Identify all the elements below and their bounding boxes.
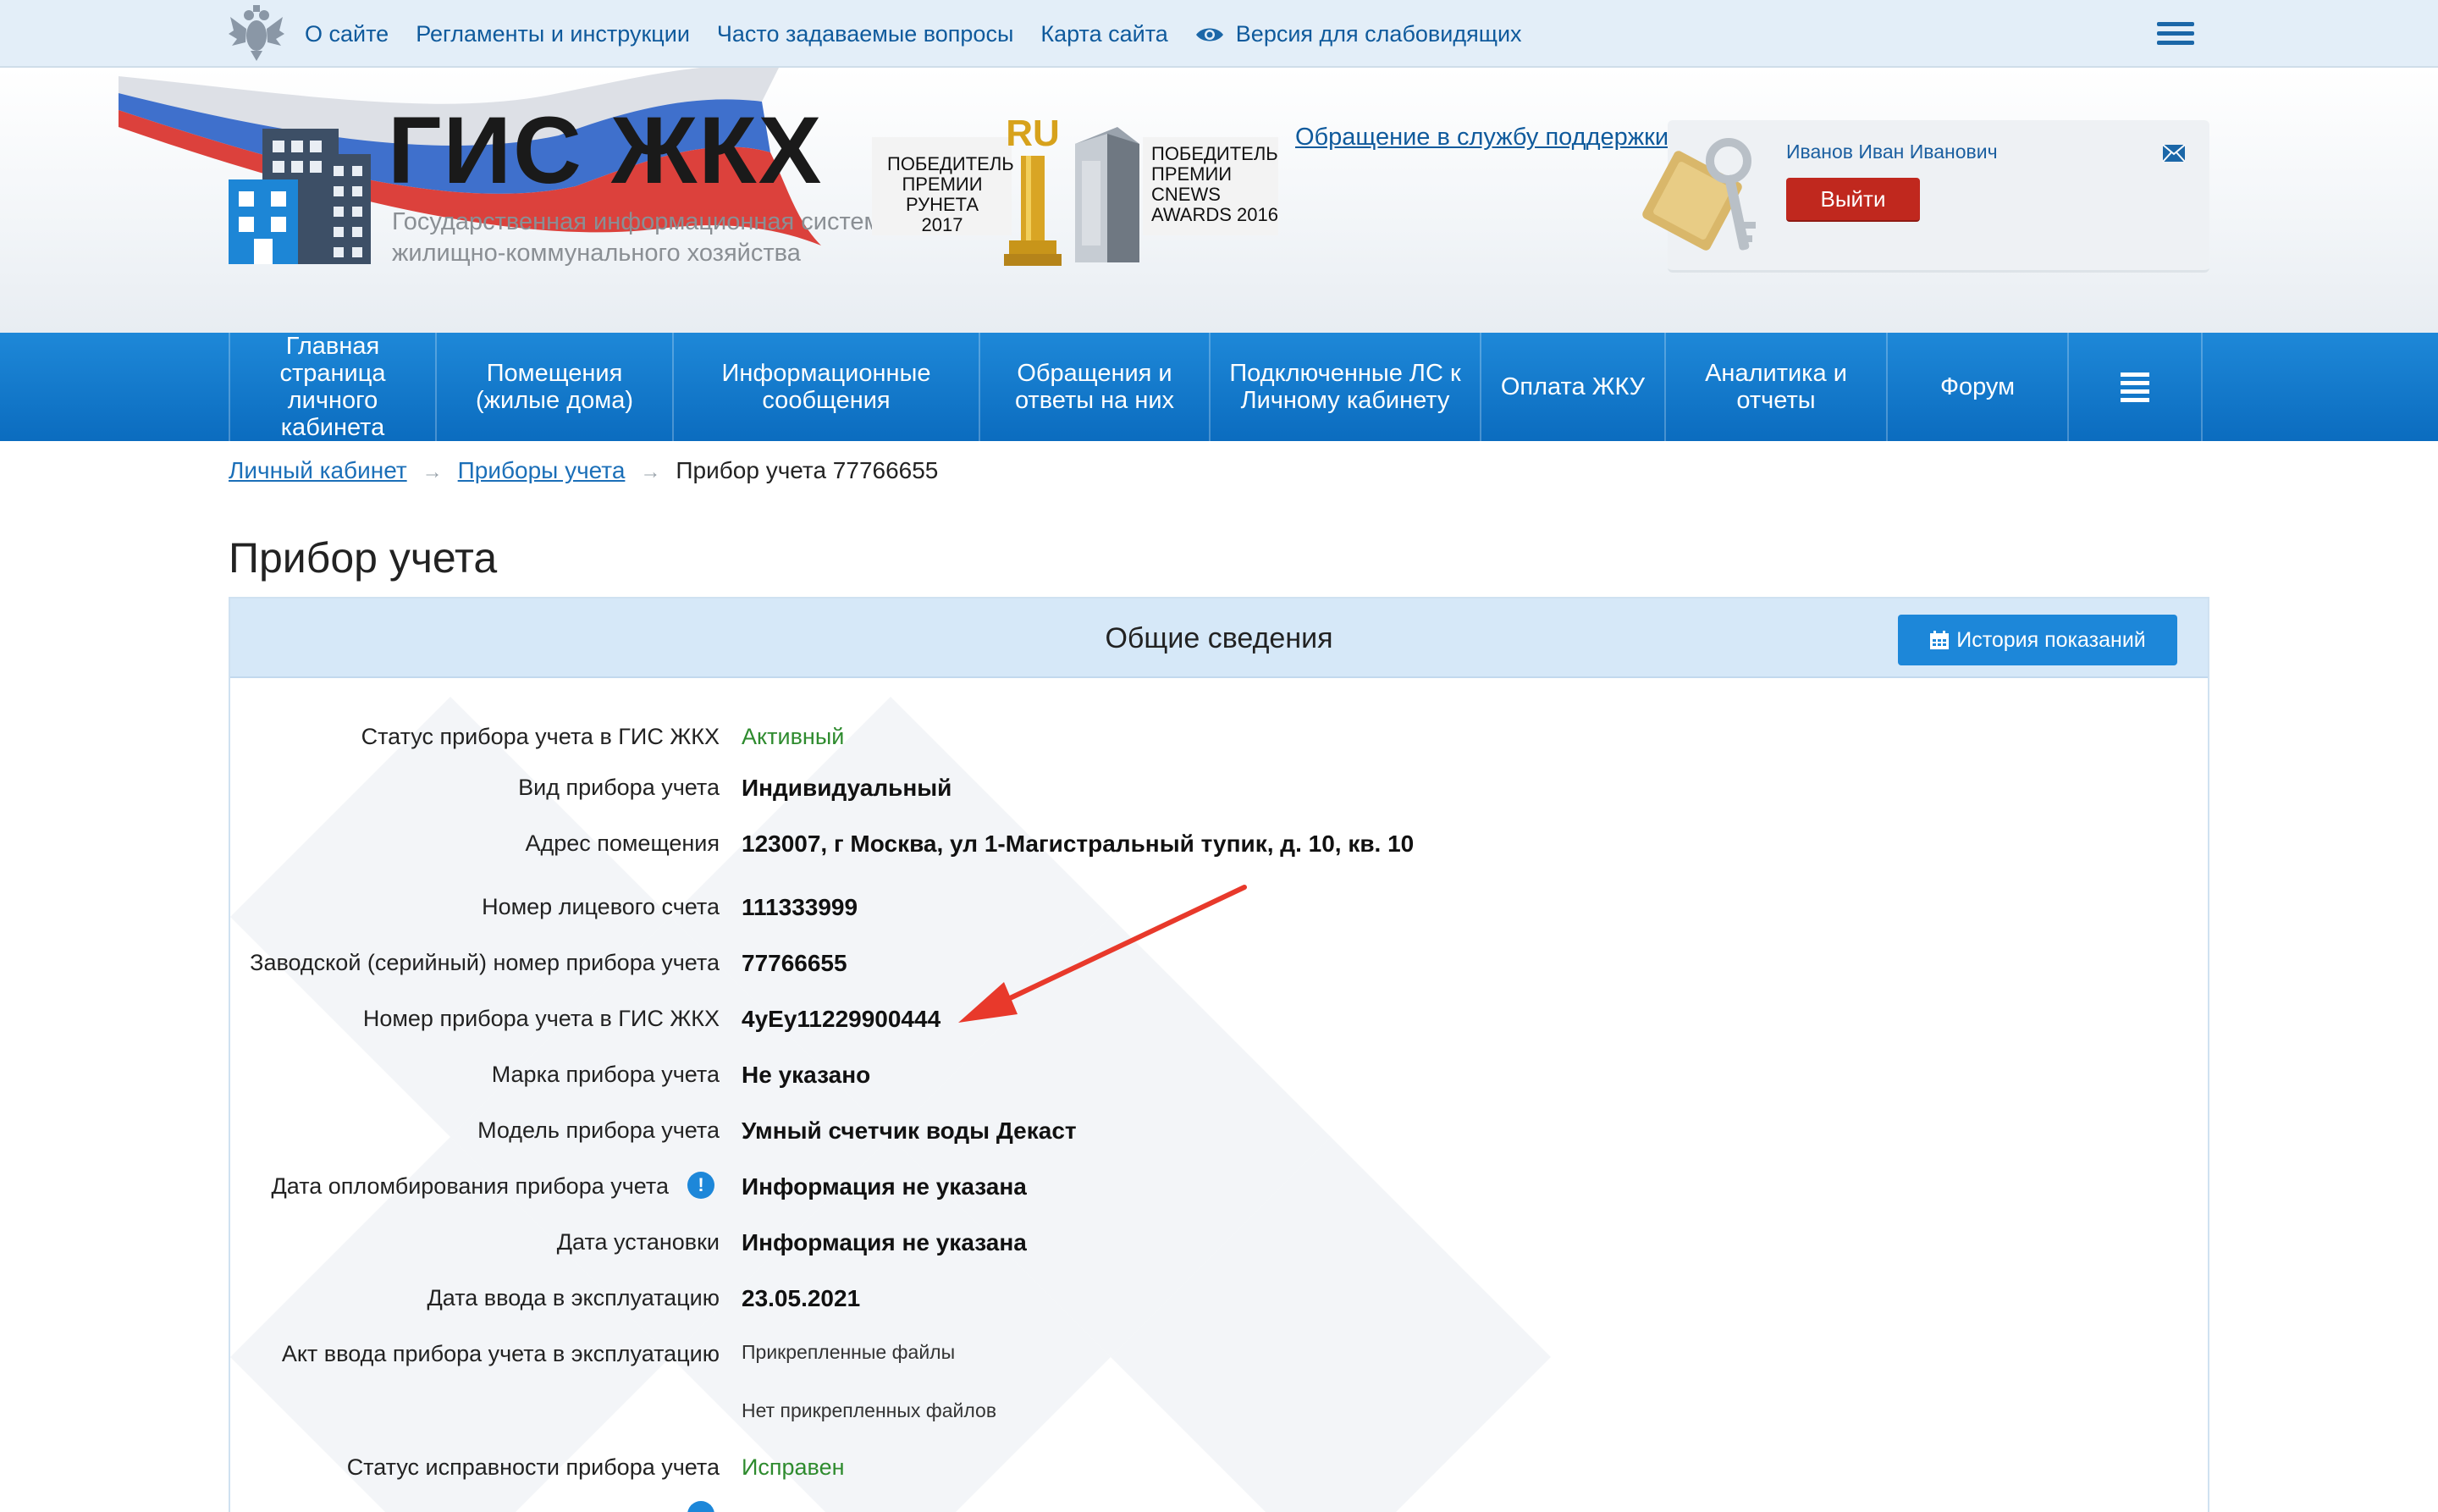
accessibility-link[interactable]: Версия для слабовидящих — [1195, 21, 1522, 47]
coat-of-arms-icon — [229, 5, 284, 61]
logout-button[interactable]: Выйти — [1786, 178, 1920, 222]
row-label: Акт ввода прибора учета в эксплуатацию — [281, 1341, 720, 1366]
readings-history-label: История показаний — [1956, 627, 2146, 652]
about-link[interactable]: О сайте — [305, 21, 389, 47]
row-value: Умный счетчик воды Декаст — [742, 1117, 1077, 1144]
info-icon[interactable]: ! — [687, 1172, 714, 1199]
nav-item-appeals[interactable]: Обращения и ответы на них — [980, 333, 1211, 441]
row-value: 111333999 — [742, 894, 858, 920]
user-name[interactable]: Иванов Иван Иванович — [1786, 141, 1998, 163]
nav-item-analytics[interactable]: Аналитика и отчеты — [1666, 333, 1888, 441]
row-label: Дата ввода в эксплуатацию — [427, 1285, 720, 1311]
info-row-health: Статус исправности прибора учета Исправе… — [230, 1454, 2208, 1488]
info-row-partial — [230, 1501, 2208, 1512]
top-utility-bar: О сайте Регламенты и инструкции Часто за… — [0, 0, 2438, 68]
breadcrumb: Личный кабинет → Приборы учета → Прибор учет… — [229, 457, 938, 484]
row-value: Прикрепленные файлы — [742, 1341, 956, 1363]
row-label: Статус исправности прибора учета — [346, 1454, 720, 1480]
top-links: О сайте Регламенты и инструкции Часто за… — [305, 0, 1549, 68]
sitemap-link[interactable]: Карта сайта — [1040, 21, 1167, 47]
breadcrumb-meters[interactable]: Приборы учета — [458, 457, 626, 483]
page-title: Прибор учета — [229, 534, 498, 582]
row-label: Вид прибора учета — [518, 775, 720, 800]
nav-item-payment[interactable]: Оплата ЖКУ — [1481, 333, 1666, 441]
row-value: 23.05.2021 — [742, 1285, 861, 1311]
buildings-logo-icon — [229, 129, 371, 264]
nav-more-menu-icon[interactable] — [2069, 333, 2203, 441]
readings-history-button[interactable]: История показаний — [1898, 615, 2177, 665]
row-label: Статус прибора учета в ГИС ЖКХ — [361, 724, 720, 749]
row-label: Марка прибора учета — [491, 1062, 720, 1087]
row-label: Дата установки — [556, 1229, 720, 1255]
info-row-status: Статус прибора учета в ГИС ЖКХ Активный — [230, 724, 2208, 758]
logo-subtitle: Государственная информационная система ж… — [392, 207, 917, 269]
row-label: Заводской (серийный) номер прибора учета — [250, 950, 720, 975]
award-cnews-text: ПОБЕДИТЕЛЬ ПРЕМИИ CNEWS AWARDS 2016 — [1151, 143, 1278, 225]
breadcrumb-current: Прибор учета 77766655 — [676, 457, 939, 483]
info-row-commission-date: Дата ввода в эксплуатацию 23.05.2021 — [230, 1285, 2208, 1319]
nav-item-connected-accounts[interactable]: Подключенные ЛС к Личному кабинету — [1211, 333, 1481, 441]
accessibility-label: Версия для слабовидящих — [1235, 20, 1522, 47]
row-value: Индивидуальный — [742, 775, 952, 801]
nav-item-home[interactable]: Главная страница личного кабинета — [229, 333, 437, 441]
row-value: Исправен — [742, 1454, 845, 1480]
info-row-brand: Марка прибора учета Не указано — [230, 1062, 2208, 1095]
info-row-seal-date: Дата опломбирования прибора учета ! Инфо… — [230, 1172, 2208, 1207]
breadcrumb-separator: → — [422, 461, 443, 483]
award-runet-text: ПОБЕДИТЕЛЬ ПРЕМИИ РУНЕТА 2017 — [887, 153, 1014, 235]
support-link[interactable]: Обращение в службу поддержки — [1295, 124, 1669, 152]
calendar-icon — [1930, 631, 1950, 649]
hamburger-menu-icon[interactable] — [2157, 22, 2194, 47]
main-navigation: Главная страница личного кабинета Помеще… — [0, 333, 2438, 441]
awards-block: ПОБЕДИТЕЛЬ ПРЕМИИ РУНЕТА 2017 RU ПОБЕДИТ… — [872, 102, 1278, 271]
logo-subtitle-line1: Государственная информационная система — [392, 208, 895, 235]
info-row-address: Адрес помещения 123007, г Москва, ул 1-М… — [230, 830, 2208, 864]
nav-item-premises[interactable]: Помещения (жилые дома) — [437, 333, 674, 441]
row-value: Информация не указана — [742, 1229, 1027, 1255]
award-logo-text: RU — [1006, 113, 1060, 154]
logo-title[interactable]: ГИС ЖКХ — [388, 103, 823, 198]
annotation-arrow — [958, 885, 1247, 1023]
row-value: 123007, г Москва, ул 1-Магистральный туп… — [742, 830, 1415, 857]
row-value: Не указано — [742, 1062, 871, 1088]
eye-icon — [1195, 28, 1223, 41]
info-row-type: Вид прибора учета Индивидуальный — [230, 775, 2208, 808]
row-value: 4yEy11229900444 — [742, 1006, 941, 1032]
general-info-card: Общие сведения История показаний Статус … — [229, 597, 2209, 1512]
logo-subtitle-line2: жилищно-коммунального хозяйства — [392, 240, 801, 267]
keys-icon — [1642, 138, 1756, 251]
row-label: Адрес помещения — [525, 830, 720, 856]
row-label: Дата опломбирования прибора учета — [271, 1173, 669, 1199]
breadcrumb-separator: → — [640, 461, 661, 483]
regulations-link[interactable]: Регламенты и инструкции — [416, 21, 690, 47]
info-row-no-files: Нет прикрепленных файлов — [230, 1399, 2208, 1433]
row-value: Информация не указана — [742, 1173, 1027, 1200]
info-row-install-date: Дата установки Информация не указана — [230, 1229, 2208, 1263]
faq-link[interactable]: Часто задаваемые вопросы — [717, 21, 1013, 47]
info-row-model: Модель прибора учета Умный счетчик воды … — [230, 1117, 2208, 1151]
breadcrumb-cabinet[interactable]: Личный кабинет — [229, 457, 407, 483]
row-label: Номер прибора учета в ГИС ЖКХ — [362, 1006, 720, 1031]
site-header: ГИС ЖКХ Государственная информационная с… — [0, 68, 2438, 333]
mail-icon[interactable] — [2162, 144, 2186, 163]
row-label: Модель прибора учета — [477, 1117, 720, 1143]
no-files-text: Нет прикрепленных файлов — [742, 1399, 997, 1421]
nav-item-messages[interactable]: Информационные сообщения — [674, 333, 980, 441]
nav-item-forum[interactable]: Форум — [1888, 333, 2069, 441]
row-label: Номер лицевого счета — [482, 894, 720, 919]
user-panel: Иванов Иван Иванович Выйти — [1642, 120, 2209, 273]
info-row-commission-act: Акт ввода прибора учета в эксплуатацию П… — [230, 1341, 2208, 1375]
cnews-trophy-icon — [1075, 127, 1139, 262]
info-icon[interactable] — [687, 1501, 714, 1512]
row-value: 77766655 — [742, 950, 847, 976]
row-value: Активный — [742, 724, 845, 749]
